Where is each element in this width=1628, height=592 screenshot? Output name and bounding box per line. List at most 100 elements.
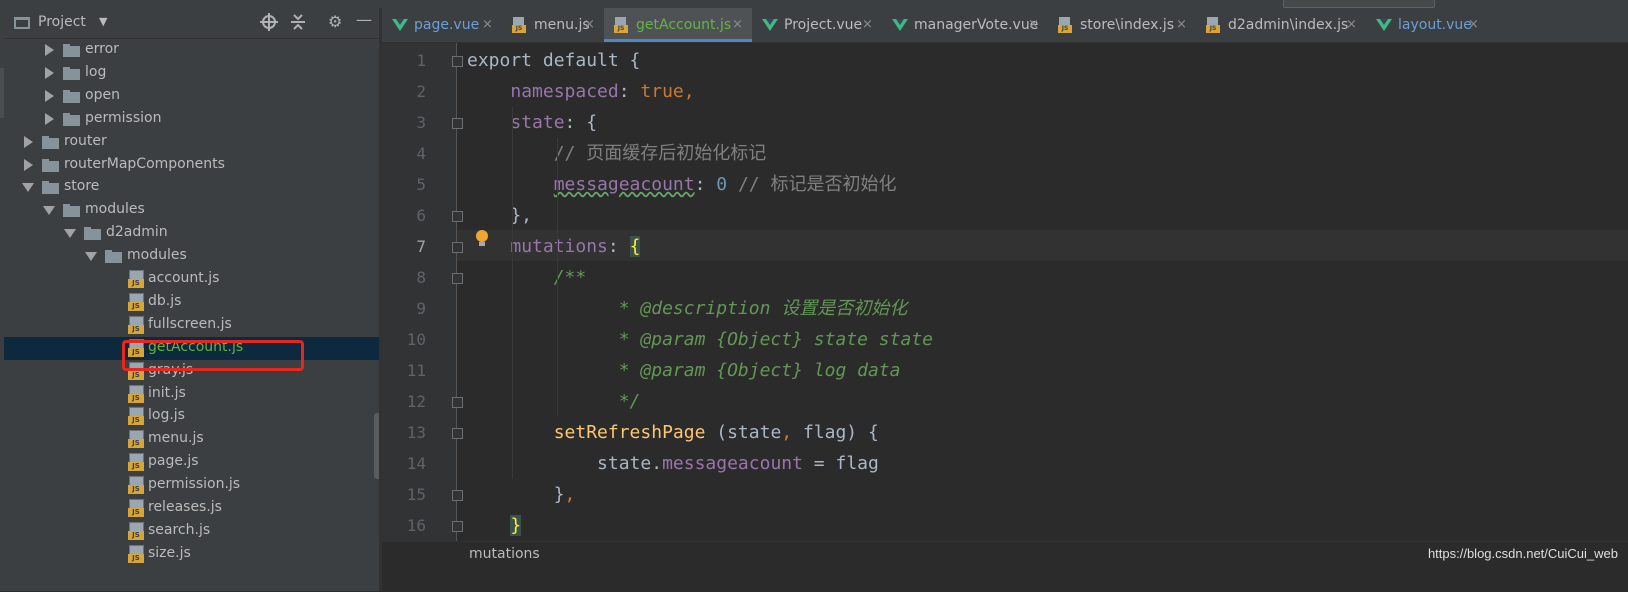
chevron-right-icon[interactable] <box>45 44 54 56</box>
folder-icon <box>42 135 59 149</box>
tree-item-label: size.js <box>148 544 191 561</box>
breadcrumb[interactable]: mutations <box>469 546 540 562</box>
line-number: 2 <box>416 82 426 101</box>
minimize-icon[interactable]: — <box>356 11 372 29</box>
tree-item-menu-js[interactable]: JS menu.js <box>4 428 395 451</box>
tab-project-vue[interactable]: Project.vue × <box>752 8 882 42</box>
gear-icon[interactable]: ⚙ <box>328 13 342 31</box>
chevron-right-icon[interactable] <box>45 112 54 125</box>
tree-item-error[interactable]: error <box>4 39 395 62</box>
run-configuration-dropdown[interactable] <box>1283 0 1435 8</box>
code-line[interactable]: mutations: { <box>467 231 641 262</box>
highlight-annotation-box <box>122 340 304 371</box>
indent-guide <box>512 107 513 479</box>
close-icon[interactable]: × <box>862 17 873 32</box>
tree-item-db-js[interactable]: JS db.js <box>4 291 395 314</box>
tree-item-search-js[interactable]: JS search.js <box>4 520 395 543</box>
tab-getaccount-js[interactable]: JS getAccount.js × <box>604 8 752 42</box>
tree-item-store[interactable]: store <box>4 176 395 199</box>
fold-marker-icon[interactable] <box>452 521 463 532</box>
close-icon[interactable]: × <box>732 17 743 32</box>
tree-item-open[interactable]: open <box>4 85 395 108</box>
chevron-right-icon[interactable] <box>45 66 54 79</box>
tab-store-index-js[interactable]: JS store\index.js × <box>1048 8 1196 42</box>
tree-item-modules[interactable]: modules <box>4 199 395 222</box>
code-token: setRefreshPage <box>553 422 706 443</box>
code-line[interactable]: export default { <box>467 45 640 76</box>
collapse-all-icon[interactable] <box>290 13 306 31</box>
close-icon[interactable]: × <box>1028 17 1039 32</box>
tree-item-log[interactable]: log <box>4 62 395 85</box>
tab-d2admin-index-js[interactable]: JS d2admin\index.js × <box>1196 8 1366 42</box>
close-icon[interactable]: × <box>1346 17 1357 32</box>
code-line[interactable]: messageacount: 0 // 标记是否初始化 <box>467 169 897 200</box>
chevron-down-icon[interactable]: ▼ <box>99 15 107 28</box>
code-line[interactable]: }, <box>467 479 576 510</box>
tree-item-routermapcomponents[interactable]: routerMapComponents <box>4 154 395 177</box>
line-number: 5 <box>416 175 426 194</box>
tree-item-log-js[interactable]: JS log.js <box>4 405 395 428</box>
folder-icon <box>42 158 59 172</box>
tree-item-init-js[interactable]: JS init.js <box>4 383 395 406</box>
close-icon[interactable]: × <box>482 17 493 32</box>
chevron-down-icon[interactable] <box>22 183 34 193</box>
fold-marker-icon[interactable] <box>452 397 463 408</box>
tab-managervote-vue[interactable]: managerVote.vue × <box>882 8 1048 42</box>
tree-item-releases-js[interactable]: JS releases.js <box>4 497 395 520</box>
tree-item-fullscreen-js[interactable]: JS fullscreen.js <box>4 314 395 337</box>
tab-menu-js[interactable]: JS menu.js × <box>502 8 604 42</box>
code-line[interactable]: setRefreshPage (state, flag) { <box>467 417 879 448</box>
indent-guide <box>557 138 558 417</box>
fold-marker-icon[interactable] <box>452 56 463 67</box>
code-line[interactable]: * @param {Object} state state <box>467 324 933 355</box>
target-icon[interactable] <box>260 13 278 31</box>
project-panel-title[interactable]: Project <box>38 14 86 30</box>
fold-marker-icon[interactable] <box>452 211 463 222</box>
code-line[interactable]: } <box>467 510 522 541</box>
tab-page-vue[interactable]: page.vue × <box>382 8 502 42</box>
code-line[interactable]: /** <box>467 262 587 293</box>
tree-item-account-js[interactable]: JS account.js <box>4 268 395 291</box>
lightbulb-icon[interactable] <box>474 230 490 250</box>
tree-item-d2admin[interactable]: d2admin <box>4 222 395 245</box>
code-line[interactable]: state: { <box>467 107 597 138</box>
tree-item-page-js[interactable]: JS page.js <box>4 451 395 474</box>
chevron-right-icon[interactable] <box>24 135 33 148</box>
code-line[interactable]: */ <box>467 386 641 417</box>
code-line[interactable]: }, <box>467 200 532 231</box>
chevron-down-icon[interactable] <box>64 229 76 239</box>
project-panel: Project ▼ ⚙ — error log open permission rout… <box>4 8 395 591</box>
close-icon[interactable]: × <box>1468 17 1479 32</box>
chevron-down-icon[interactable] <box>43 206 55 216</box>
close-icon[interactable]: × <box>584 17 595 32</box>
chevron-down-icon[interactable] <box>85 252 97 262</box>
code-token: : <box>618 81 641 102</box>
code-token: : { <box>564 112 598 133</box>
chevron-right-icon[interactable] <box>24 158 33 171</box>
code-line[interactable]: * @param {Object} log data <box>467 355 901 386</box>
tree-item-modules[interactable]: modules <box>4 245 395 268</box>
chevron-right-icon[interactable] <box>45 89 54 102</box>
code-line[interactable]: namespaced: true, <box>467 76 694 107</box>
tree-item-router[interactable]: router <box>4 131 395 154</box>
tree-item-permission[interactable]: permission <box>4 108 395 131</box>
code-token: * @param {Object} log data <box>618 360 901 381</box>
tab-layout-vue[interactable]: layout.vue × <box>1366 8 1488 42</box>
code-line[interactable]: state.messageacount = flag <box>467 448 879 479</box>
tree-item-permission-js[interactable]: JS permission.js <box>4 474 395 497</box>
code-token: /** <box>553 267 587 288</box>
fold-marker-icon[interactable] <box>452 242 463 253</box>
code-token: 0 <box>716 174 728 195</box>
close-icon[interactable]: × <box>1176 17 1187 32</box>
code-line[interactable]: * @description 设置是否初始化 <box>467 293 908 324</box>
fold-marker-icon[interactable] <box>452 273 463 284</box>
line-number: 14 <box>406 454 426 473</box>
fold-marker-icon[interactable] <box>452 428 463 439</box>
line-number: 9 <box>416 299 426 318</box>
fold-marker-icon[interactable] <box>452 490 463 501</box>
fold-marker-icon[interactable] <box>452 118 463 129</box>
tree-item-size-js[interactable]: JS size.js <box>4 543 395 566</box>
code-token: } <box>510 515 522 536</box>
